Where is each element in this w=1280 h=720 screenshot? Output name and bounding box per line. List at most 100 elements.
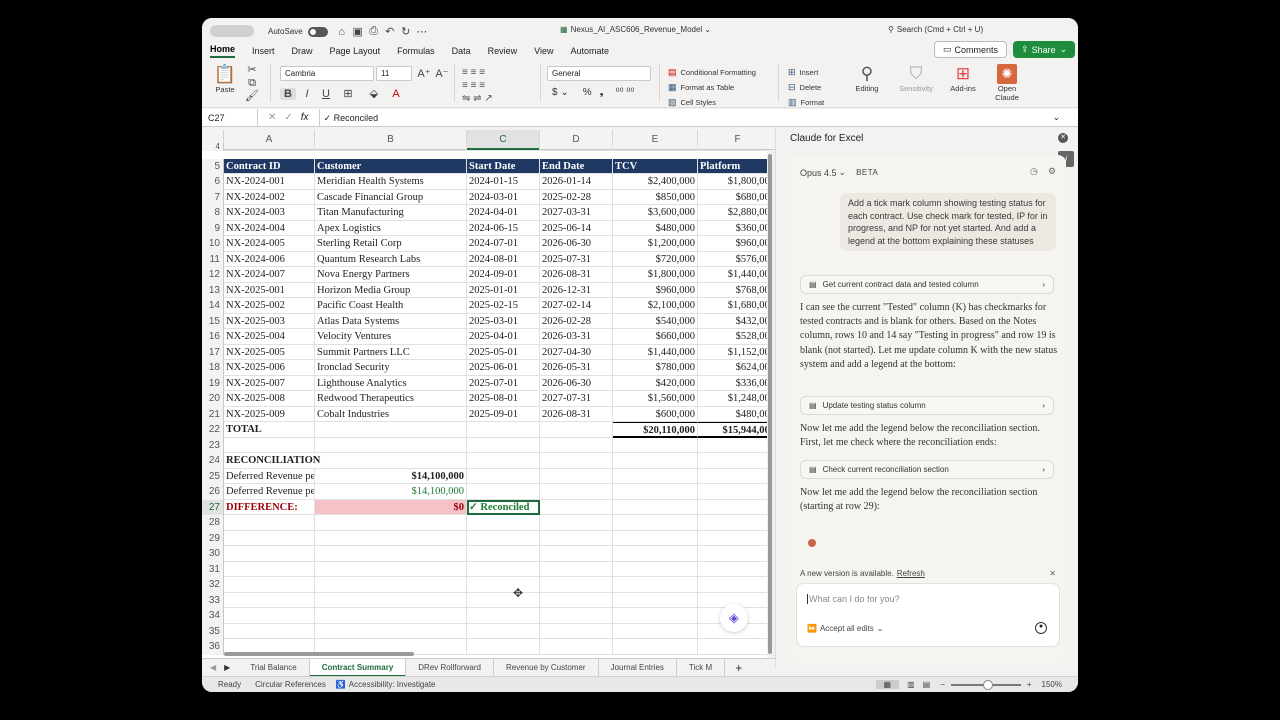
tab-view[interactable]: View: [534, 46, 553, 56]
zoom-slider[interactable]: [950, 679, 1021, 690]
cell-e8[interactable]: $3,600,000: [613, 205, 698, 221]
cell-e11[interactable]: $720,000: [613, 251, 698, 267]
cell-e17[interactable]: $1,440,000: [613, 344, 698, 360]
stop-button[interactable]: ●: [1035, 622, 1047, 634]
cell-e10[interactable]: $1,200,000: [613, 236, 698, 252]
cell-b7[interactable]: Cascade Financial Group: [315, 189, 467, 205]
cell-f10[interactable]: $960,000: [698, 236, 775, 252]
cell-b8[interactable]: Titan Manufacturing: [315, 205, 467, 221]
cell-d16[interactable]: 2026-03-31: [540, 329, 613, 345]
cell-d20[interactable]: 2027-07-31: [540, 391, 613, 407]
cell-a23[interactable]: [224, 437, 315, 453]
tab-draw[interactable]: Draw: [292, 46, 313, 56]
copilot-icon[interactable]: ◈: [720, 604, 748, 632]
cell-d23[interactable]: [540, 437, 613, 453]
row-header[interactable]: 12: [202, 267, 224, 283]
formula-input[interactable]: ✓ Reconciled: [318, 108, 1049, 127]
tab-review[interactable]: Review: [488, 46, 518, 56]
cell-a14[interactable]: NX-2025-002: [224, 298, 315, 314]
cell-f15[interactable]: $432,000: [698, 314, 775, 329]
sheet-tab[interactable]: Journal Entries: [599, 658, 677, 677]
tab-data[interactable]: Data: [452, 46, 471, 56]
cell-f16[interactable]: $528,000: [698, 329, 775, 345]
cell-f31[interactable]: [698, 562, 775, 577]
horizontal-scroll-thumb[interactable]: [224, 652, 414, 656]
cell-b35[interactable]: [315, 623, 467, 639]
cell-d9[interactable]: 2025-06-14: [540, 220, 613, 236]
cell-e29[interactable]: [613, 530, 698, 546]
cell-f26[interactable]: [698, 484, 775, 500]
cell-a11[interactable]: NX-2024-006: [224, 251, 315, 267]
cell-c14[interactable]: 2025-02-15: [467, 298, 540, 314]
add-sheet-icon[interactable]: +: [735, 661, 742, 675]
cell-c22[interactable]: [467, 422, 540, 438]
cell-a20[interactable]: NX-2025-008: [224, 391, 315, 407]
cell-b34[interactable]: [315, 608, 467, 624]
cell-f30[interactable]: [698, 546, 775, 562]
insert-cells-button[interactable]: ⊞ Insert: [788, 65, 824, 80]
cell-c23[interactable]: [467, 437, 540, 453]
cell-b4[interactable]: [315, 143, 467, 151]
row-header[interactable]: 10: [202, 236, 224, 252]
cell-d21[interactable]: 2026-08-31: [540, 406, 613, 422]
cell-e30[interactable]: [613, 546, 698, 562]
cell-f9[interactable]: $360,000: [698, 221, 775, 236]
cell-a31[interactable]: [224, 561, 315, 577]
cell-d24[interactable]: [540, 453, 613, 469]
cell-d35[interactable]: [540, 623, 613, 639]
sheet-tab[interactable]: Revenue by Customer: [494, 658, 599, 677]
cell-b15[interactable]: Atlas Data Systems: [315, 313, 467, 329]
cancel-icon[interactable]: ✕: [268, 112, 276, 123]
cell-b22[interactable]: [315, 422, 467, 438]
more-icon[interactable]: ⋯: [414, 25, 430, 38]
cell-c30[interactable]: [467, 546, 540, 562]
currency-icon[interactable]: $ ⌄: [552, 87, 569, 98]
row-header[interactable]: 36: [202, 639, 224, 655]
cell-a33[interactable]: [224, 592, 315, 608]
underline-icon[interactable]: U: [318, 88, 334, 100]
page-layout-view-icon[interactable]: ▥: [907, 680, 915, 689]
cell-c20[interactable]: 2025-08-01: [467, 391, 540, 407]
cell-d10[interactable]: 2026-06-30: [540, 236, 613, 252]
row-header[interactable]: 25: [202, 468, 224, 484]
cell-c4[interactable]: [467, 143, 540, 151]
cell-c31[interactable]: [467, 561, 540, 577]
cell-a27[interactable]: DIFFERENCE:: [224, 499, 315, 515]
cell-d7[interactable]: 2025-02-28: [540, 189, 613, 205]
cell-c19[interactable]: 2025-07-01: [467, 375, 540, 391]
tab-insert[interactable]: Insert: [252, 46, 275, 56]
file-name[interactable]: Nexus_AI_ASC606_Revenue_Model: [571, 25, 703, 34]
cell-c9[interactable]: 2024-06-15: [467, 220, 540, 236]
cell-a6[interactable]: NX-2024-001: [224, 174, 315, 190]
cell-d29[interactable]: [540, 530, 613, 546]
row-header[interactable]: 5: [202, 158, 224, 174]
cell-e27[interactable]: [613, 499, 698, 515]
home-icon[interactable]: ⌂: [334, 26, 350, 38]
cell-c27[interactable]: ✓ Reconciled: [467, 499, 540, 515]
vertical-scroll-thumb[interactable]: [768, 154, 772, 654]
cell-e33[interactable]: [613, 592, 698, 608]
row-header[interactable]: 18: [202, 360, 224, 376]
cell-e20[interactable]: $1,560,000: [613, 391, 698, 407]
row-header[interactable]: 9: [202, 220, 224, 236]
cell-e6[interactable]: $2,400,000: [613, 174, 698, 190]
cell-e14[interactable]: $2,100,000: [613, 298, 698, 314]
delete-cells-button[interactable]: ⊟ Delete: [788, 80, 824, 95]
cell-d33[interactable]: [540, 592, 613, 608]
cell-a34[interactable]: [224, 608, 315, 624]
cell-f22[interactable]: $15,944,000: [698, 422, 775, 438]
cell-c15[interactable]: 2025-03-01: [467, 313, 540, 329]
row-header[interactable]: 4: [202, 143, 224, 151]
font-name-select[interactable]: Cambria: [280, 66, 374, 81]
cell-a25[interactable]: Deferred Revenue per: [224, 468, 315, 484]
cell-e15[interactable]: $540,000: [613, 313, 698, 329]
row-header[interactable]: 28: [202, 515, 224, 531]
decrease-font-icon[interactable]: A⁻: [434, 67, 450, 80]
cell-b30[interactable]: [315, 546, 467, 562]
cell-a10[interactable]: NX-2024-005: [224, 236, 315, 252]
fx-icon[interactable]: fx: [301, 112, 309, 123]
cell-f24[interactable]: [698, 453, 775, 469]
cell-c32[interactable]: [467, 577, 540, 593]
cell-b29[interactable]: [315, 530, 467, 546]
cell-a28[interactable]: [224, 515, 315, 531]
